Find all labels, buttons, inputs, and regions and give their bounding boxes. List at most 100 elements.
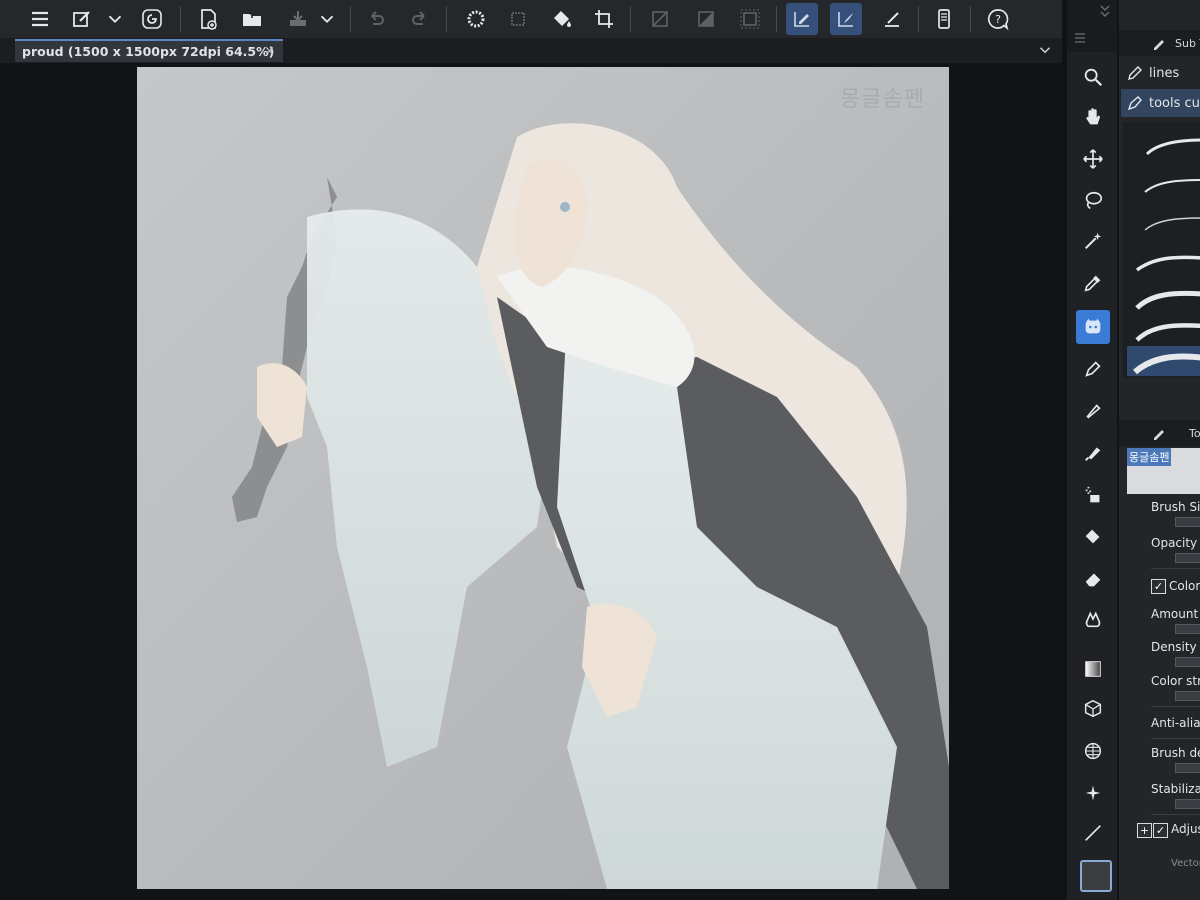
pen-icon <box>1128 66 1142 80</box>
eraser-icon[interactable] <box>1076 562 1110 596</box>
fill-icon[interactable] <box>546 3 578 35</box>
tool-palette <box>1066 0 1117 900</box>
density-slider[interactable] <box>1175 657 1200 667</box>
tool-property-panel: To 몽글솜펜 Brush Siz Opacity ✓ Color t Amou… <box>1119 418 1200 900</box>
eyedropper-icon[interactable] <box>1076 266 1110 300</box>
brush-preset-stroke[interactable] <box>1127 246 1200 276</box>
drawing-canvas[interactable]: 몽글솜펜 <box>137 67 949 889</box>
brush-preset-preview[interactable]: 몽글솜펜 <box>1127 448 1200 494</box>
brush-preset-stroke[interactable] <box>1127 314 1200 344</box>
opacity-label: Opacity <box>1151 536 1198 550</box>
brush-size-slider[interactable] <box>1175 517 1200 527</box>
layer-icon[interactable] <box>502 3 534 35</box>
vector-label: Vector <box>1171 858 1200 869</box>
close-tab-button[interactable]: × <box>264 44 275 59</box>
lasso-icon[interactable] <box>1076 184 1110 218</box>
sparkle-icon[interactable] <box>1076 776 1110 810</box>
brush-preset-stroke-selected[interactable] <box>1127 346 1200 376</box>
decoration-icon[interactable] <box>1076 478 1110 512</box>
brush-tool-icon <box>1154 40 1164 50</box>
brush-preset-stroke[interactable] <box>1127 282 1200 312</box>
invert-icon[interactable] <box>690 3 722 35</box>
color-checkbox[interactable]: ✓ <box>1151 579 1166 594</box>
brush-preset-stroke[interactable] <box>1127 208 1200 238</box>
stabilization-label: Stabiliza <box>1151 782 1200 796</box>
color-label: Color t <box>1169 579 1200 593</box>
gradient-icon[interactable] <box>1076 652 1110 686</box>
blend-icon[interactable] <box>1076 602 1110 636</box>
brush-preset-stroke[interactable] <box>1127 132 1200 162</box>
frame-grid-icon[interactable] <box>1076 734 1110 768</box>
hand-icon[interactable] <box>1076 100 1110 134</box>
document-tab-title: proud (1500 x 1500px 72dpi 64.5%) <box>22 44 275 59</box>
tab-list-dropdown-icon[interactable] <box>1036 41 1054 59</box>
color-stretch-label: Color stre <box>1151 674 1200 688</box>
move-icon[interactable] <box>1076 142 1110 176</box>
svg-text:?: ? <box>995 13 1001 26</box>
magic-wand-icon[interactable] <box>1076 224 1110 258</box>
opacity-slider[interactable] <box>1175 553 1200 563</box>
stabilization-slider[interactable] <box>1175 799 1200 809</box>
tool-property-header: To <box>1119 420 1200 446</box>
preset-name: 몽글솜펜 <box>1127 448 1172 466</box>
stroke-line-icon[interactable] <box>876 3 908 35</box>
transform-icon[interactable] <box>734 3 766 35</box>
zoom-icon[interactable] <box>1076 60 1110 94</box>
adjust-label: Adjus <box>1171 822 1200 836</box>
brush-tool-icon <box>1154 430 1164 440</box>
subtool-group-tools-cum[interactable]: tools cum <box>1121 89 1200 117</box>
new-file-icon[interactable] <box>192 3 224 35</box>
subtool-group-lines[interactable]: lines <box>1121 59 1200 87</box>
stroke-pen-icon[interactable] <box>786 3 818 35</box>
brush-density-slider[interactable] <box>1175 763 1200 773</box>
menu-icon[interactable] <box>24 3 56 35</box>
adjust-checkbox[interactable]: ✓ <box>1153 823 1168 838</box>
smartphone-icon[interactable] <box>928 3 960 35</box>
brush-icon[interactable] <box>1076 394 1110 428</box>
top-toolbar: ? <box>0 0 1062 39</box>
save-icon[interactable] <box>282 3 314 35</box>
main-color-swatch[interactable] <box>1080 860 1112 892</box>
brush-preset-list[interactable] <box>1123 122 1200 378</box>
density-label: Density c <box>1151 640 1200 654</box>
pen-nib-icon <box>1127 96 1142 111</box>
hide-selection-icon[interactable] <box>644 3 676 35</box>
amount-label: Amount c <box>1151 607 1200 621</box>
expand-icon[interactable]: + <box>1137 823 1152 838</box>
redo-icon[interactable] <box>404 3 436 35</box>
color-stretch-slider[interactable] <box>1175 691 1200 701</box>
clip-studio-app: ? proud (1500 x 1500px 72dpi 64.5%) × 몽글… <box>0 0 1200 900</box>
sub-tool-panel-header: Sub T <box>1119 30 1200 56</box>
line-icon[interactable] <box>1076 816 1110 850</box>
tool-property-title: To <box>1189 427 1200 440</box>
crop-icon[interactable] <box>588 3 620 35</box>
pen-tool-icon[interactable] <box>1076 310 1110 344</box>
undo-icon[interactable] <box>360 3 392 35</box>
help-icon[interactable]: ? <box>982 3 1014 35</box>
airbrush-icon[interactable] <box>1076 436 1110 470</box>
artwork-illustration <box>137 67 949 889</box>
brush-size-label: Brush Siz <box>1151 500 1200 514</box>
open-folder-icon[interactable] <box>236 3 268 35</box>
subtool-group-label: tools cum <box>1149 95 1200 111</box>
brush-density-label: Brush de <box>1151 746 1200 760</box>
sub-tool-title: Sub T <box>1175 37 1200 50</box>
canvas-area[interactable]: 몽글솜펜 <box>0 63 1062 900</box>
3d-object-icon[interactable] <box>1076 692 1110 726</box>
amount-slider[interactable] <box>1175 624 1200 634</box>
document-tab-bar: proud (1500 x 1500px 72dpi 64.5%) × <box>0 38 1062 63</box>
quick-access-icon[interactable] <box>66 3 98 35</box>
spiral-icon[interactable] <box>136 3 168 35</box>
fill-bucket-icon[interactable] <box>1076 520 1110 554</box>
document-tab[interactable]: proud (1500 x 1500px 72dpi 64.5%) × <box>15 39 283 62</box>
tool-palette-header <box>1067 0 1117 52</box>
pencil-icon[interactable] <box>1076 352 1110 386</box>
chevron-down-icon[interactable] <box>104 3 126 35</box>
subtool-group-label: lines <box>1149 65 1180 81</box>
stroke-brush-icon[interactable] <box>830 3 862 35</box>
artist-signature: 몽글솜펜 <box>840 87 925 112</box>
chevron-down-icon[interactable] <box>316 3 338 35</box>
brush-preset-stroke[interactable] <box>1127 170 1200 200</box>
loading-icon[interactable] <box>460 3 492 35</box>
sub-tool-panel: Sub T lines tools cum To 몽글솜펜 <box>1118 0 1200 900</box>
